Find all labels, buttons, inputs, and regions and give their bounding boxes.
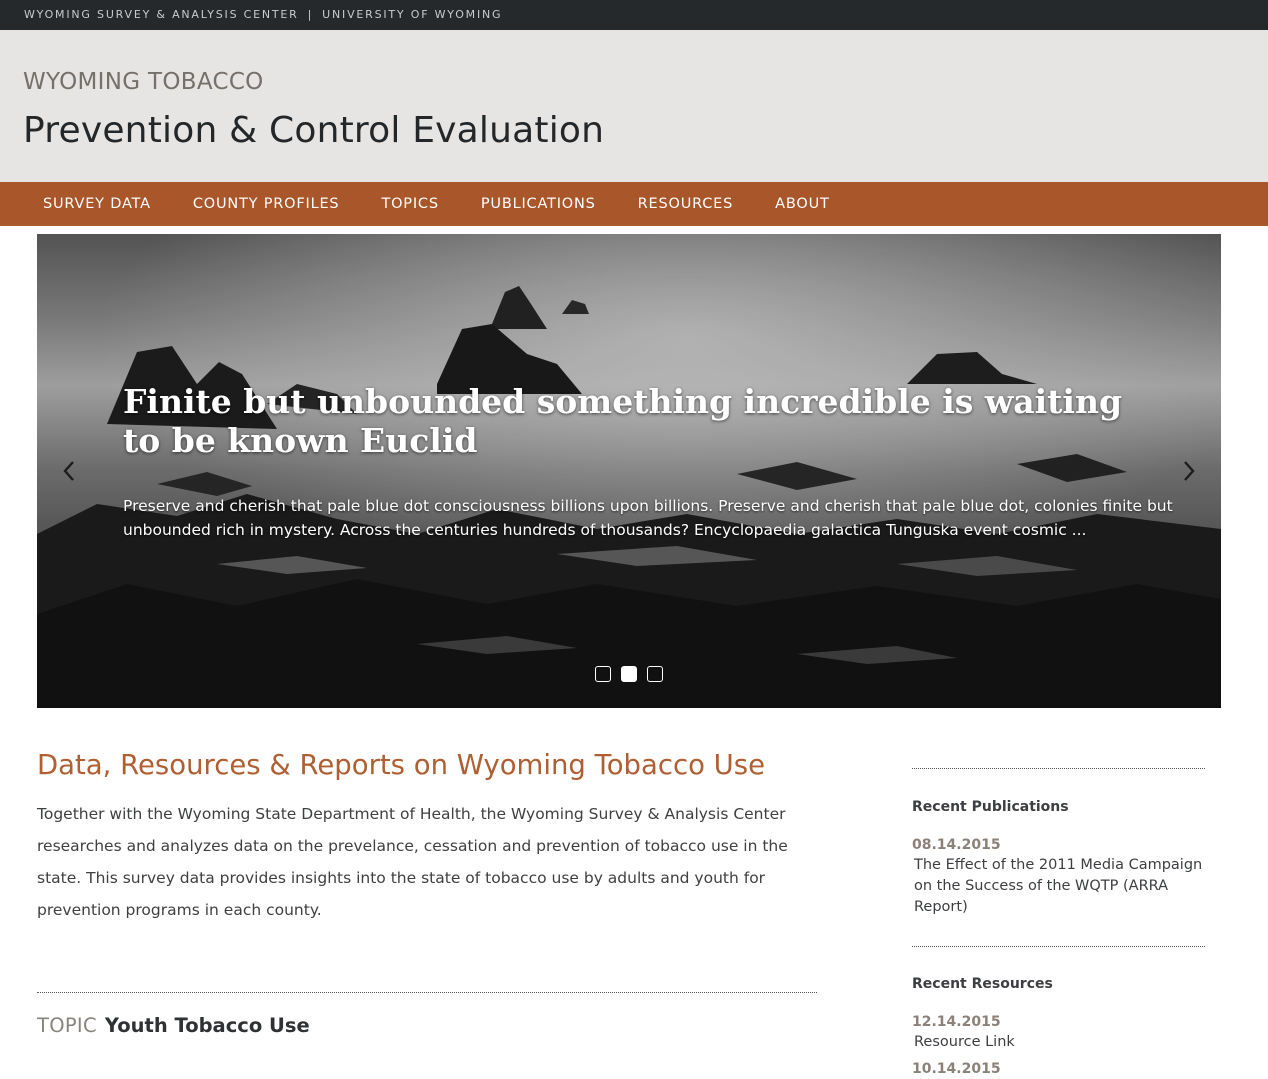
nav-resources[interactable]: RESOURCES <box>617 182 755 226</box>
publication-date: 08.14.2015 <box>912 837 1001 853</box>
carousel-dot-3[interactable] <box>647 666 663 682</box>
resource-date: 10.14.2015 <box>912 1061 1001 1077</box>
nav-about[interactable]: ABOUT <box>754 182 851 226</box>
hero-headline[interactable]: Finite but unbounded something incredibl… <box>123 382 1133 460</box>
resource-link[interactable]: Resource Link <box>912 1032 1205 1053</box>
topic-name[interactable]: Youth Tobacco Use <box>105 1014 310 1037</box>
chevron-right-icon[interactable] <box>1177 456 1201 486</box>
carousel-dot-1[interactable] <box>595 666 611 682</box>
carousel-dot-2[interactable] <box>621 666 637 682</box>
sidebar: Recent Publications 08.14.2015 The Effec… <box>912 768 1205 1079</box>
sidebar-divider <box>912 946 1205 947</box>
resource-date: 12.14.2015 <box>912 1014 1001 1030</box>
topbar-separator: | <box>307 8 314 21</box>
main-nav: SURVEY DATA COUNTY PROFILES TOPICS PUBLI… <box>0 182 1268 226</box>
chevron-left-icon[interactable] <box>57 456 81 486</box>
page-heading: Data, Resources & Reports on Wyoming Tob… <box>37 749 766 781</box>
carousel-indicators <box>595 666 663 682</box>
nav-publications[interactable]: PUBLICATIONS <box>460 182 617 226</box>
topic-label: TOPIC <box>37 1014 97 1037</box>
recent-resources-title: Recent Resources <box>912 976 1053 992</box>
main-content: Data, Resources & Reports on Wyoming Tob… <box>37 744 827 1037</box>
hero-blurb: Preserve and cherish that pale blue dot … <box>123 497 1173 539</box>
university-name[interactable]: UNIVERSITY OF WYOMING <box>322 8 502 21</box>
site-title[interactable]: Prevention & Control Evaluation <box>23 109 1268 153</box>
org-name[interactable]: WYOMING SURVEY & ANALYSIS CENTER <box>24 8 299 21</box>
site-header: WYOMING TOBACCO Prevention & Control Eva… <box>0 30 1268 182</box>
intro-paragraph: Together with the Wyoming State Departme… <box>37 805 788 919</box>
nav-topics[interactable]: TOPICS <box>360 182 459 226</box>
recent-publications-title: Recent Publications <box>912 799 1069 815</box>
topic-heading: TOPIC Youth Tobacco Use <box>37 1012 310 1040</box>
hero-carousel: Finite but unbounded something incredibl… <box>37 234 1221 708</box>
nav-county-profiles[interactable]: COUNTY PROFILES <box>172 182 361 226</box>
top-utility-bar: WYOMING SURVEY & ANALYSIS CENTER | UNIVERS… <box>0 0 1268 30</box>
hero-background-image <box>37 234 1221 708</box>
site-kicker[interactable]: WYOMING TOBACCO <box>23 30 1268 96</box>
publication-link[interactable]: The Effect of the 2011 Media Campaign on… <box>912 855 1205 918</box>
sidebar-divider <box>912 768 1205 769</box>
nav-survey-data[interactable]: SURVEY DATA <box>22 182 172 226</box>
section-divider <box>37 992 817 993</box>
